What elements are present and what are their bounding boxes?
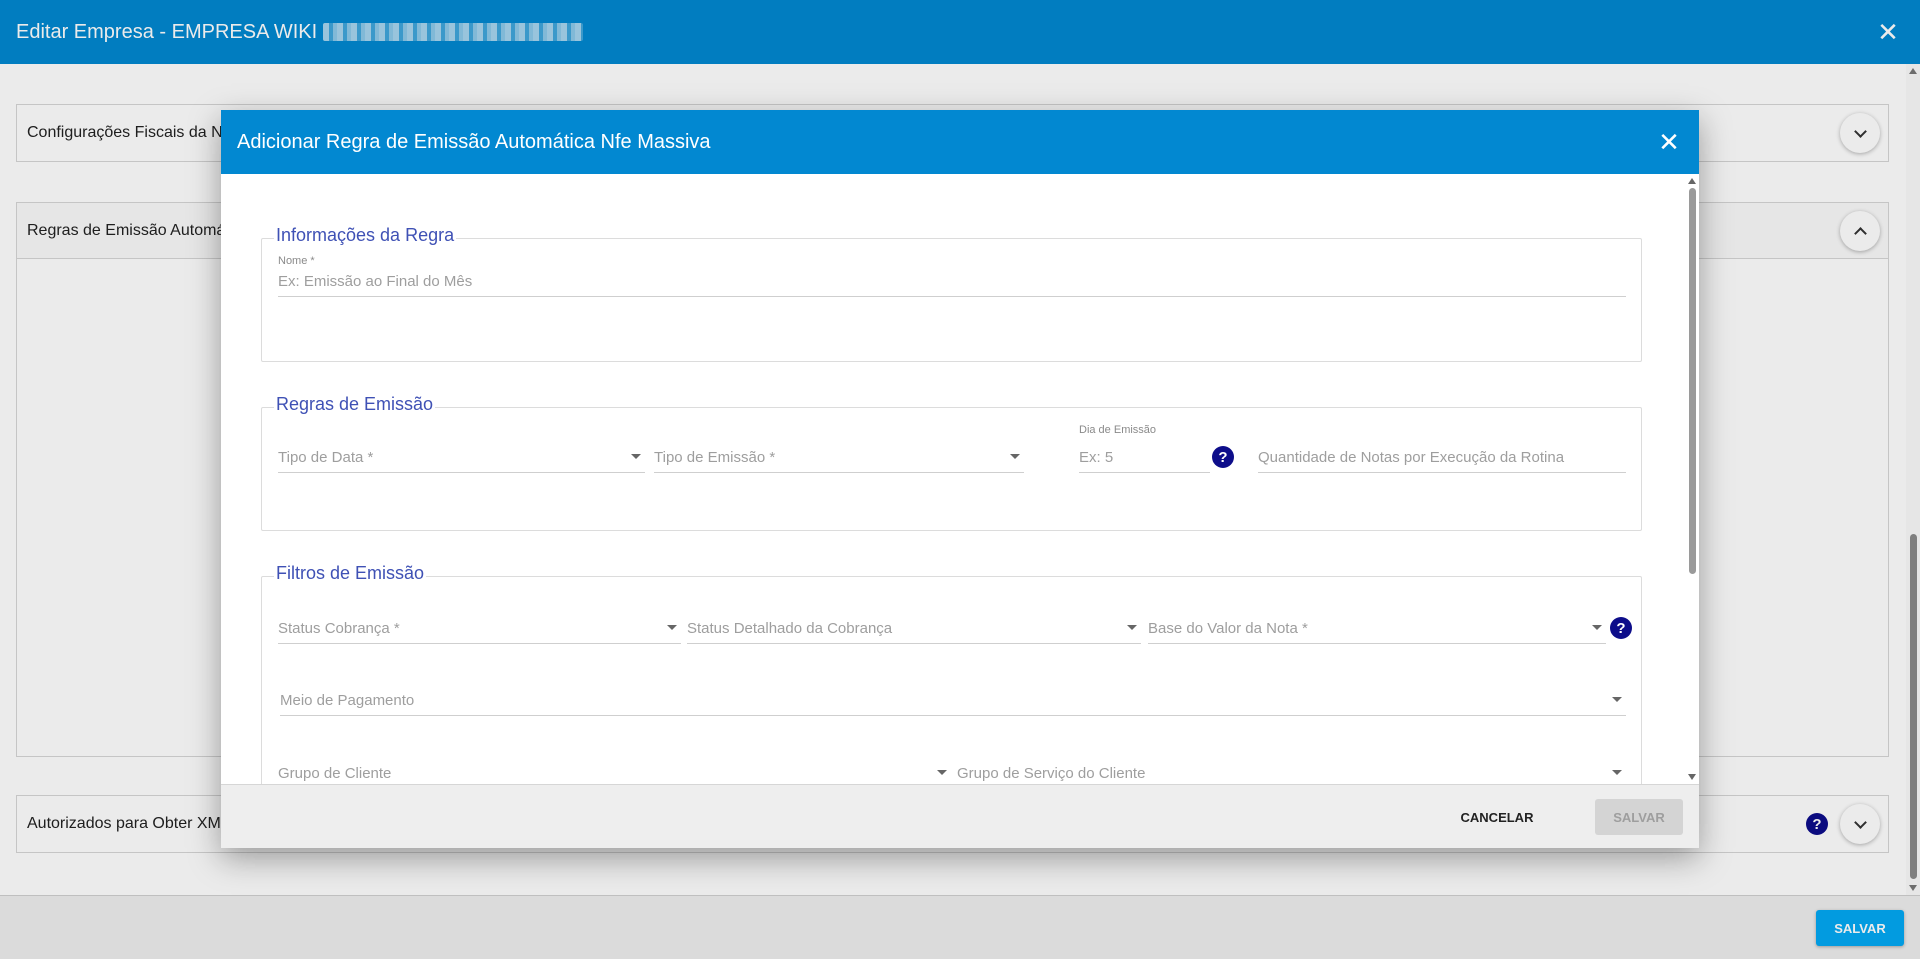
field-placeholder: Grupo de Cliente xyxy=(278,765,392,782)
fieldset-regras-emissao: Regras de Emissão Tipo de Data * Tipo de… xyxy=(261,394,1642,531)
field-label: Dia de Emissão xyxy=(1079,424,1157,436)
field-placeholder: Status Detalhado da Cobrança xyxy=(687,620,893,637)
modal-footer: CANCELAR SALVAR xyxy=(221,784,1699,848)
dropdown-arrow-icon xyxy=(631,454,641,459)
modal-dialog: Adicionar Regra de Emissão Automática Nf… xyxy=(221,110,1699,848)
field-placeholder: Tipo de Data * xyxy=(278,449,374,466)
field-placeholder: Meio de Pagamento xyxy=(280,692,415,709)
field-label: Nome * xyxy=(278,255,315,267)
quantidade-notas-field[interactable]: Quantidade de Notas por Execução da Roti… xyxy=(1258,433,1626,473)
fieldset-informacoes-regra: Informações da Regra Nome * Ex: Emissão … xyxy=(261,225,1642,362)
dropdown-arrow-icon xyxy=(1612,770,1622,775)
modal-body: Informações da Regra Nome * Ex: Emissão … xyxy=(221,174,1699,784)
section-legend: Filtros de Emissão xyxy=(274,563,427,584)
grupo-servico-select[interactable]: Grupo de Serviço do Cliente xyxy=(957,749,1626,784)
dropdown-arrow-icon xyxy=(667,625,677,630)
meio-pagamento-select[interactable]: Meio de Pagamento xyxy=(280,676,1626,716)
scroll-up-arrow-icon[interactable] xyxy=(1688,178,1696,184)
help-icon[interactable]: ? xyxy=(1212,446,1234,468)
dropdown-arrow-icon xyxy=(937,770,947,775)
section-legend: Informações da Regra xyxy=(274,225,457,246)
dropdown-arrow-icon xyxy=(1612,697,1622,702)
scrollbar-thumb[interactable] xyxy=(1689,188,1696,574)
grupo-cliente-select[interactable]: Grupo de Cliente xyxy=(278,749,951,784)
field-placeholder: Ex: 5 xyxy=(1079,449,1114,466)
cancel-button[interactable]: CANCELAR xyxy=(1453,799,1541,835)
fieldset-filtros-emissao: Filtros de Emissão Status Cobrança * Sta… xyxy=(261,563,1642,784)
modal-close-icon[interactable]: ✕ xyxy=(1653,126,1685,158)
section-legend: Regras de Emissão xyxy=(274,394,436,415)
dropdown-arrow-icon xyxy=(1127,625,1137,630)
nome-field[interactable]: Nome * Ex: Emissão ao Final do Mês xyxy=(278,255,1626,297)
modal-header: Adicionar Regra de Emissão Automática Nf… xyxy=(221,110,1699,174)
tipo-emissao-select[interactable]: Tipo de Emissão * xyxy=(654,433,1024,473)
tipo-data-select[interactable]: Tipo de Data * xyxy=(278,433,645,473)
scroll-down-arrow-icon[interactable] xyxy=(1688,774,1696,780)
field-placeholder: Base do Valor da Nota * xyxy=(1148,620,1308,637)
field-placeholder: Quantidade de Notas por Execução da Roti… xyxy=(1258,449,1565,466)
field-placeholder: Ex: Emissão ao Final do Mês xyxy=(278,273,473,290)
status-cobranca-select[interactable]: Status Cobrança * xyxy=(278,604,681,644)
help-icon[interactable]: ? xyxy=(1610,617,1632,639)
field-placeholder: Tipo de Emissão * xyxy=(654,449,776,466)
dropdown-arrow-icon xyxy=(1592,625,1602,630)
status-detalhado-select[interactable]: Status Detalhado da Cobrança xyxy=(687,604,1141,644)
field-placeholder: Grupo de Serviço do Cliente xyxy=(957,765,1146,782)
modal-title: Adicionar Regra de Emissão Automática Nf… xyxy=(237,130,711,153)
base-valor-select[interactable]: Base do Valor da Nota * xyxy=(1148,604,1606,644)
field-placeholder: Status Cobrança * xyxy=(278,620,400,637)
save-button-disabled: SALVAR xyxy=(1595,799,1683,835)
dropdown-arrow-icon xyxy=(1010,454,1020,459)
modal-scrollbar[interactable] xyxy=(1685,174,1699,784)
dia-emissao-field[interactable]: Dia de Emissão Ex: 5 xyxy=(1079,424,1210,473)
